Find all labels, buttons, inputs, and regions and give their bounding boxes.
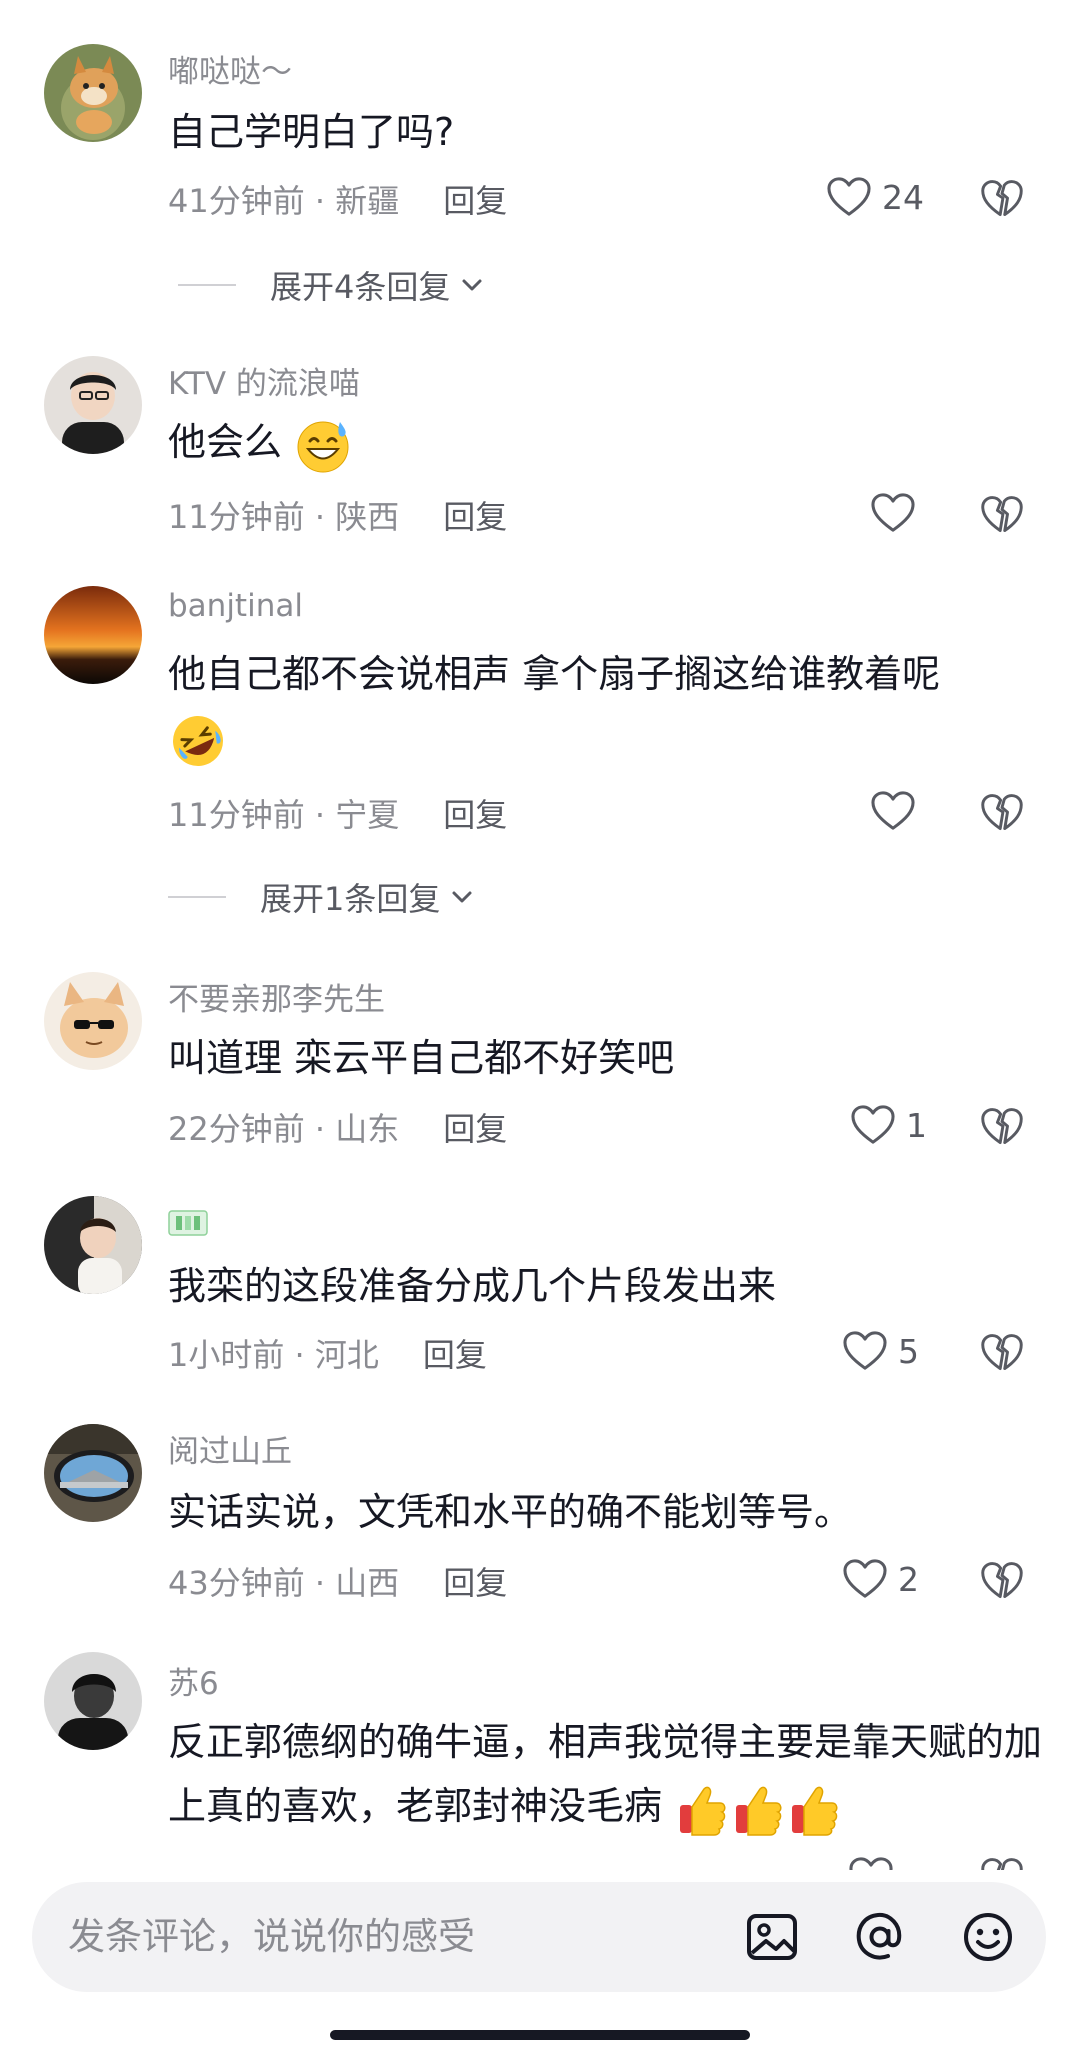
username[interactable]: 阅过山丘 — [168, 1426, 292, 1471]
meta-separator: · — [304, 182, 336, 220]
comment-time: 11分钟前 — [168, 796, 305, 834]
reply-button[interactable]: 回复 — [443, 1564, 507, 1602]
reply-button[interactable]: 回复 — [443, 498, 507, 536]
comment-time: 43分钟前 — [168, 1564, 305, 1602]
comment-location: 山东 — [335, 1110, 400, 1148]
thumbs-up-emoji — [680, 1786, 726, 1836]
like-button[interactable]: 2 — [842, 1558, 919, 1600]
comment-time: 22分钟前 — [168, 1110, 305, 1148]
comment-location: 河北 — [314, 1336, 379, 1374]
divider — [178, 284, 236, 286]
username-badge[interactable] — [168, 1208, 208, 1244]
reply-button[interactable]: 回复 — [423, 1336, 487, 1374]
comment-location: 新疆 — [335, 182, 400, 220]
heart-outline-icon — [842, 1558, 888, 1600]
grinning-sweat-emoji — [297, 421, 349, 472]
broken-heart-icon[interactable] — [980, 178, 1024, 220]
comment-time: 1小时前 — [168, 1336, 285, 1374]
comment-time: 11分钟前 — [168, 498, 305, 536]
reply-button[interactable]: 回复 — [443, 182, 507, 220]
comment-text: 他自己都不会说相声 拿个扇子搁这给谁教着呢 — [168, 642, 1028, 771]
badge-icon — [168, 1210, 208, 1236]
rolling-laughing-emoji — [173, 715, 223, 766]
comment-meta: 11分钟前 · 陕西 回复 — [168, 492, 507, 538]
avatar[interactable] — [44, 586, 142, 684]
avatar[interactable] — [44, 972, 142, 1070]
like-count: 1 — [906, 1105, 927, 1145]
meta-separator: · — [304, 796, 336, 834]
heart-outline-icon — [870, 790, 916, 832]
comment-meta: 1小时前 · 河北 回复 — [168, 1330, 487, 1376]
like-count: 5 — [898, 1331, 919, 1371]
expand-replies-button[interactable]: 展开4条回复 — [178, 262, 486, 308]
broken-heart-icon[interactable] — [980, 1560, 1024, 1602]
chevron-down-icon — [448, 883, 476, 911]
comment-meta: 11分钟前 · 宁夏 回复 — [168, 790, 507, 836]
at-icon[interactable] — [852, 1909, 908, 1965]
broken-heart-icon[interactable] — [980, 1332, 1024, 1374]
avatar[interactable] — [44, 356, 142, 454]
comment-text-content: 他会么 — [168, 420, 283, 464]
broken-heart-icon[interactable] — [980, 494, 1024, 536]
meta-separator: · — [304, 1110, 336, 1148]
comment-text: 他会么 — [168, 410, 1028, 474]
broken-heart-icon[interactable] — [980, 792, 1024, 834]
avatar[interactable] — [44, 1652, 142, 1750]
comment-location: 陕西 — [335, 498, 400, 536]
comment-text: 实话实说，文凭和水平的确不能划等号。 — [168, 1490, 853, 1534]
username[interactable]: banjtinal — [168, 588, 303, 624]
meta-separator: · — [284, 1336, 315, 1374]
comment-text: 我栾的这段准备分成几个片段发出来 — [168, 1264, 777, 1308]
reply-button[interactable]: 回复 — [443, 796, 507, 834]
avatar[interactable] — [44, 44, 142, 142]
heart-outline-icon — [826, 176, 872, 218]
heart-outline-icon — [842, 1330, 888, 1372]
heart-outline-icon — [850, 1104, 896, 1146]
thumbs-up-emoji — [736, 1786, 782, 1836]
comment-meta: 43分钟前 · 山西 回复 — [168, 1558, 507, 1604]
cutoff-row — [0, 1856, 1080, 1870]
home-indicator[interactable] — [330, 2030, 750, 2040]
like-button[interactable]: 1 — [850, 1104, 927, 1146]
like-count: 24 — [882, 177, 924, 217]
like-button[interactable]: 24 — [826, 176, 924, 218]
comment-text: 自己学明白了吗? — [168, 110, 455, 154]
comment-text: 叫道理 栾云平自己都不好笑吧 — [168, 1036, 675, 1080]
comment-text-content: 他自己都不会说相声 拿个扇子搁这给谁教着呢 — [168, 652, 941, 696]
like-button[interactable]: 5 — [842, 1330, 919, 1372]
meta-separator: · — [304, 498, 336, 536]
thumbs-up-emoji — [792, 1786, 838, 1836]
meta-separator: · — [304, 1564, 336, 1602]
expand-replies-label: 展开4条回复 — [270, 268, 451, 306]
comment-input-bar[interactable]: 发条评论，说说你的感受 — [32, 1882, 1046, 1992]
comment-text-content: 反正郭德纲的确牛逼，相声我觉得主要是靠天赋的加上真的喜欢，老郭封神没毛病 — [168, 1720, 1043, 1828]
broken-heart-icon[interactable] — [980, 1106, 1024, 1148]
comment-text: 反正郭德纲的确牛逼，相声我觉得主要是靠天赋的加上真的喜欢，老郭封神没毛病 — [168, 1710, 1048, 1838]
broken-heart-icon — [980, 1856, 1024, 1870]
username[interactable]: KTV 的流浪喵 — [168, 358, 360, 403]
comment-input-placeholder[interactable]: 发条评论，说说你的感受 — [68, 1882, 475, 1992]
username[interactable]: 苏6 — [168, 1658, 219, 1703]
comment-time: 41分钟前 — [168, 182, 305, 220]
username[interactable]: 嘟哒哒～ — [168, 46, 292, 91]
comment-location: 宁夏 — [335, 796, 400, 834]
chevron-down-icon — [458, 271, 486, 299]
smiley-icon[interactable] — [960, 1909, 1016, 1965]
expand-replies-button[interactable]: 展开1条回复 — [168, 874, 476, 920]
heart-outline-icon — [848, 1856, 894, 1870]
image-icon[interactable] — [744, 1909, 800, 1965]
comment-meta: 41分钟前 · 新疆 回复 — [168, 176, 507, 222]
expand-replies-label: 展开1条回复 — [260, 880, 441, 918]
like-button[interactable] — [870, 492, 916, 534]
comment-meta: 22分钟前 · 山东 回复 — [168, 1104, 507, 1150]
avatar[interactable] — [44, 1424, 142, 1522]
heart-outline-icon — [870, 492, 916, 534]
like-button[interactable] — [870, 790, 916, 832]
divider — [168, 896, 226, 898]
username[interactable]: 不要亲那李先生 — [168, 974, 385, 1019]
comment-location: 山西 — [335, 1564, 400, 1602]
like-count: 2 — [898, 1559, 919, 1599]
avatar[interactable] — [44, 1196, 142, 1294]
reply-button[interactable]: 回复 — [443, 1110, 507, 1148]
